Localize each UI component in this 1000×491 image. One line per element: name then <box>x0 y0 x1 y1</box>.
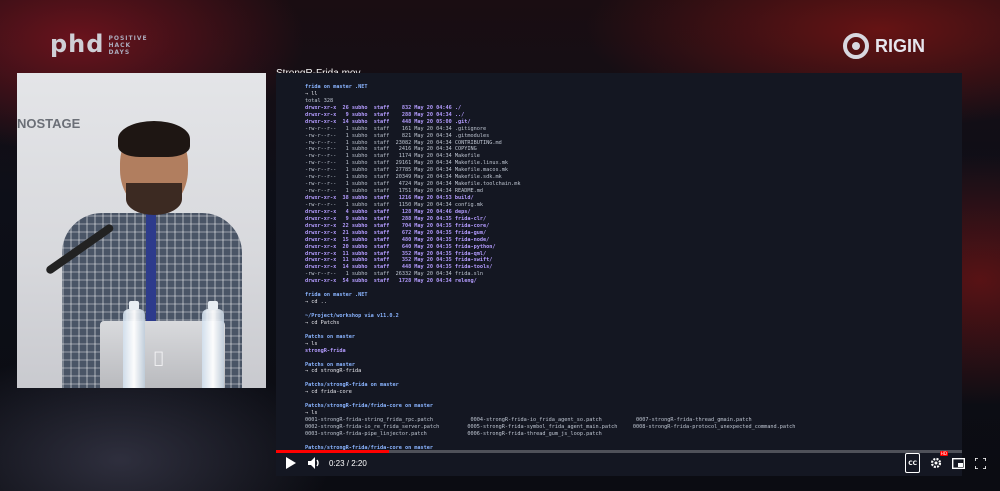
terminal-line: 0001-strongR-frida-string_frida_rpc.patc… <box>305 417 752 423</box>
terminal-line: → cd frida-core <box>305 389 352 396</box>
terminal-line: → ll <box>305 90 318 97</box>
terminal-line: drwxr-xr-x 9 subho staff 288 May 20 04:3… <box>305 215 487 222</box>
terminal-line: → ls <box>305 340 318 347</box>
terminal-line: -rw-r--r-- 1 subho staff 821 May 20 04:3… <box>305 132 490 139</box>
speaker-beard <box>126 183 182 215</box>
terminal-line: frida on master .NET <box>305 292 368 299</box>
terminal-line: drwxr-xr-x 54 subho staff 1728 May 20 04… <box>305 278 477 285</box>
fullscreen-icon[interactable] <box>975 454 986 472</box>
terminal-line: -rw-r--r-- 1 subho staff 2416 May 20 04:… <box>305 146 477 153</box>
terminal-line: drwxr-xr-x 26 subho staff 832 May 20 04:… <box>305 104 462 111</box>
terminal-line: drwxr-xr-x 11 subho staff 352 May 20 04:… <box>305 250 487 257</box>
terminal-line: drwxr-xr-x 11 subho staff 352 May 20 04:… <box>305 257 493 264</box>
phd-logo: phd POSITIVE HACK DAYS <box>50 30 148 58</box>
terminal-line: -rw-r--r-- 1 subho staff 26332 May 20 04… <box>305 271 484 278</box>
terminal-line: frida on master .NET <box>305 84 368 90</box>
volume-icon[interactable] <box>308 454 321 472</box>
terminal-line: strongR-frida <box>305 347 346 354</box>
terminal-line: drwxr-xr-x 9 subho staff 288 May 20 04:3… <box>305 111 465 118</box>
terminal-line: -rw-r--r-- 1 subho staff 1150 May 20 04:… <box>305 201 484 208</box>
terminal-line: → cd Patchs <box>305 319 340 326</box>
hd-badge: HD <box>939 451 948 456</box>
captions-button[interactable]: CC <box>905 453 920 473</box>
terminal-line: -rw-r--r-- 1 subho staff 1174 May 20 04:… <box>305 153 480 160</box>
phd-logo-small: POSITIVE HACK DAYS <box>108 34 148 56</box>
terminal-line: Patchs on master <box>305 333 355 340</box>
terminal-line: drwxr-xr-x 4 subho staff 128 May 20 04:4… <box>305 208 471 215</box>
terminal-line: total 328 <box>305 97 334 104</box>
terminal-line: drwxr-xr-x 20 subho staff 640 May 20 04:… <box>305 243 496 250</box>
terminal-line: -rw-r--r-- 1 subho staff 1751 May 20 04:… <box>305 188 484 195</box>
terminal-line: Patchs/strongR-frida/frida-core on maste… <box>305 403 434 410</box>
terminal-line: -rw-r--r-- 1 subho staff 20349 May 20 04… <box>305 174 502 181</box>
gear-icon[interactable]: HD <box>930 451 948 472</box>
terminal-line: drwxr-xr-x 22 subho staff 704 May 20 04:… <box>305 222 490 229</box>
terminal-line: -rw-r--r-- 1 subho staff 161 May 20 04:3… <box>305 125 487 132</box>
terminal-line: 0002-strongR-frida-io_re_frida_server.pa… <box>305 423 796 430</box>
terminal-line: -rw-r--r-- 1 subho staff 4724 May 20 04:… <box>305 181 521 188</box>
origin-logo-text: RIGIN <box>875 35 926 56</box>
terminal-line: ~/Project/workshop via v11.0.2 <box>305 312 399 319</box>
terminal-line: → ls <box>305 410 318 417</box>
speaker-hair <box>118 121 190 157</box>
phd-logo-text: phd <box>50 30 105 58</box>
terminal-line: -rw-r--r-- 1 subho staff 27785 May 20 04… <box>305 167 509 174</box>
terminal-line: -rw-r--r-- 1 subho staff 29161 May 20 04… <box>305 160 509 167</box>
apple-logo-icon:  <box>154 348 164 367</box>
terminal-line: drwxr-xr-x 14 subho staff 448 May 20 05:… <box>305 118 471 125</box>
play-icon[interactable] <box>286 454 296 472</box>
origin-logo: RIGIN <box>843 33 925 59</box>
terminal-line: → cd .. <box>305 299 327 306</box>
terminal-line: drwxr-xr-x 38 subho staff 1216 May 20 04… <box>305 195 474 201</box>
terminal-line: → cd strongR-frida <box>305 368 362 375</box>
terminal-line: drwxr-xr-x 14 subho staff 448 May 20 04:… <box>305 264 493 271</box>
player-controls: 0:23 / 2:20 CC HD <box>276 451 998 473</box>
origin-ring-icon <box>843 33 869 59</box>
terminal-line: drwxr-xr-x 21 subho staff 672 May 20 04:… <box>305 229 487 236</box>
terminal-line: -rw-r--r-- 1 subho staff 23082 May 20 04… <box>305 139 502 146</box>
time-display: 0:23 / 2:20 <box>329 458 367 468</box>
terminal-output: frida on master .NET → ll total 328 drwxr-x… <box>305 84 955 452</box>
terminal-line: Patchs on master <box>305 361 355 368</box>
water-bottle-right <box>202 301 224 388</box>
water-bottle-left <box>123 301 145 388</box>
miniplayer-icon[interactable] <box>952 454 965 472</box>
terminal-line: Patchs/strongR-frida on master <box>305 382 399 389</box>
lanyard <box>146 213 156 323</box>
terminal-line: drwxr-xr-x 15 subho staff 480 May 20 04:… <box>305 236 490 243</box>
speaker-webcam: NOSTAGE  <box>17 73 266 388</box>
terminal-line: 0003-strongR-frida-pipe_linjector.patch … <box>305 430 602 437</box>
